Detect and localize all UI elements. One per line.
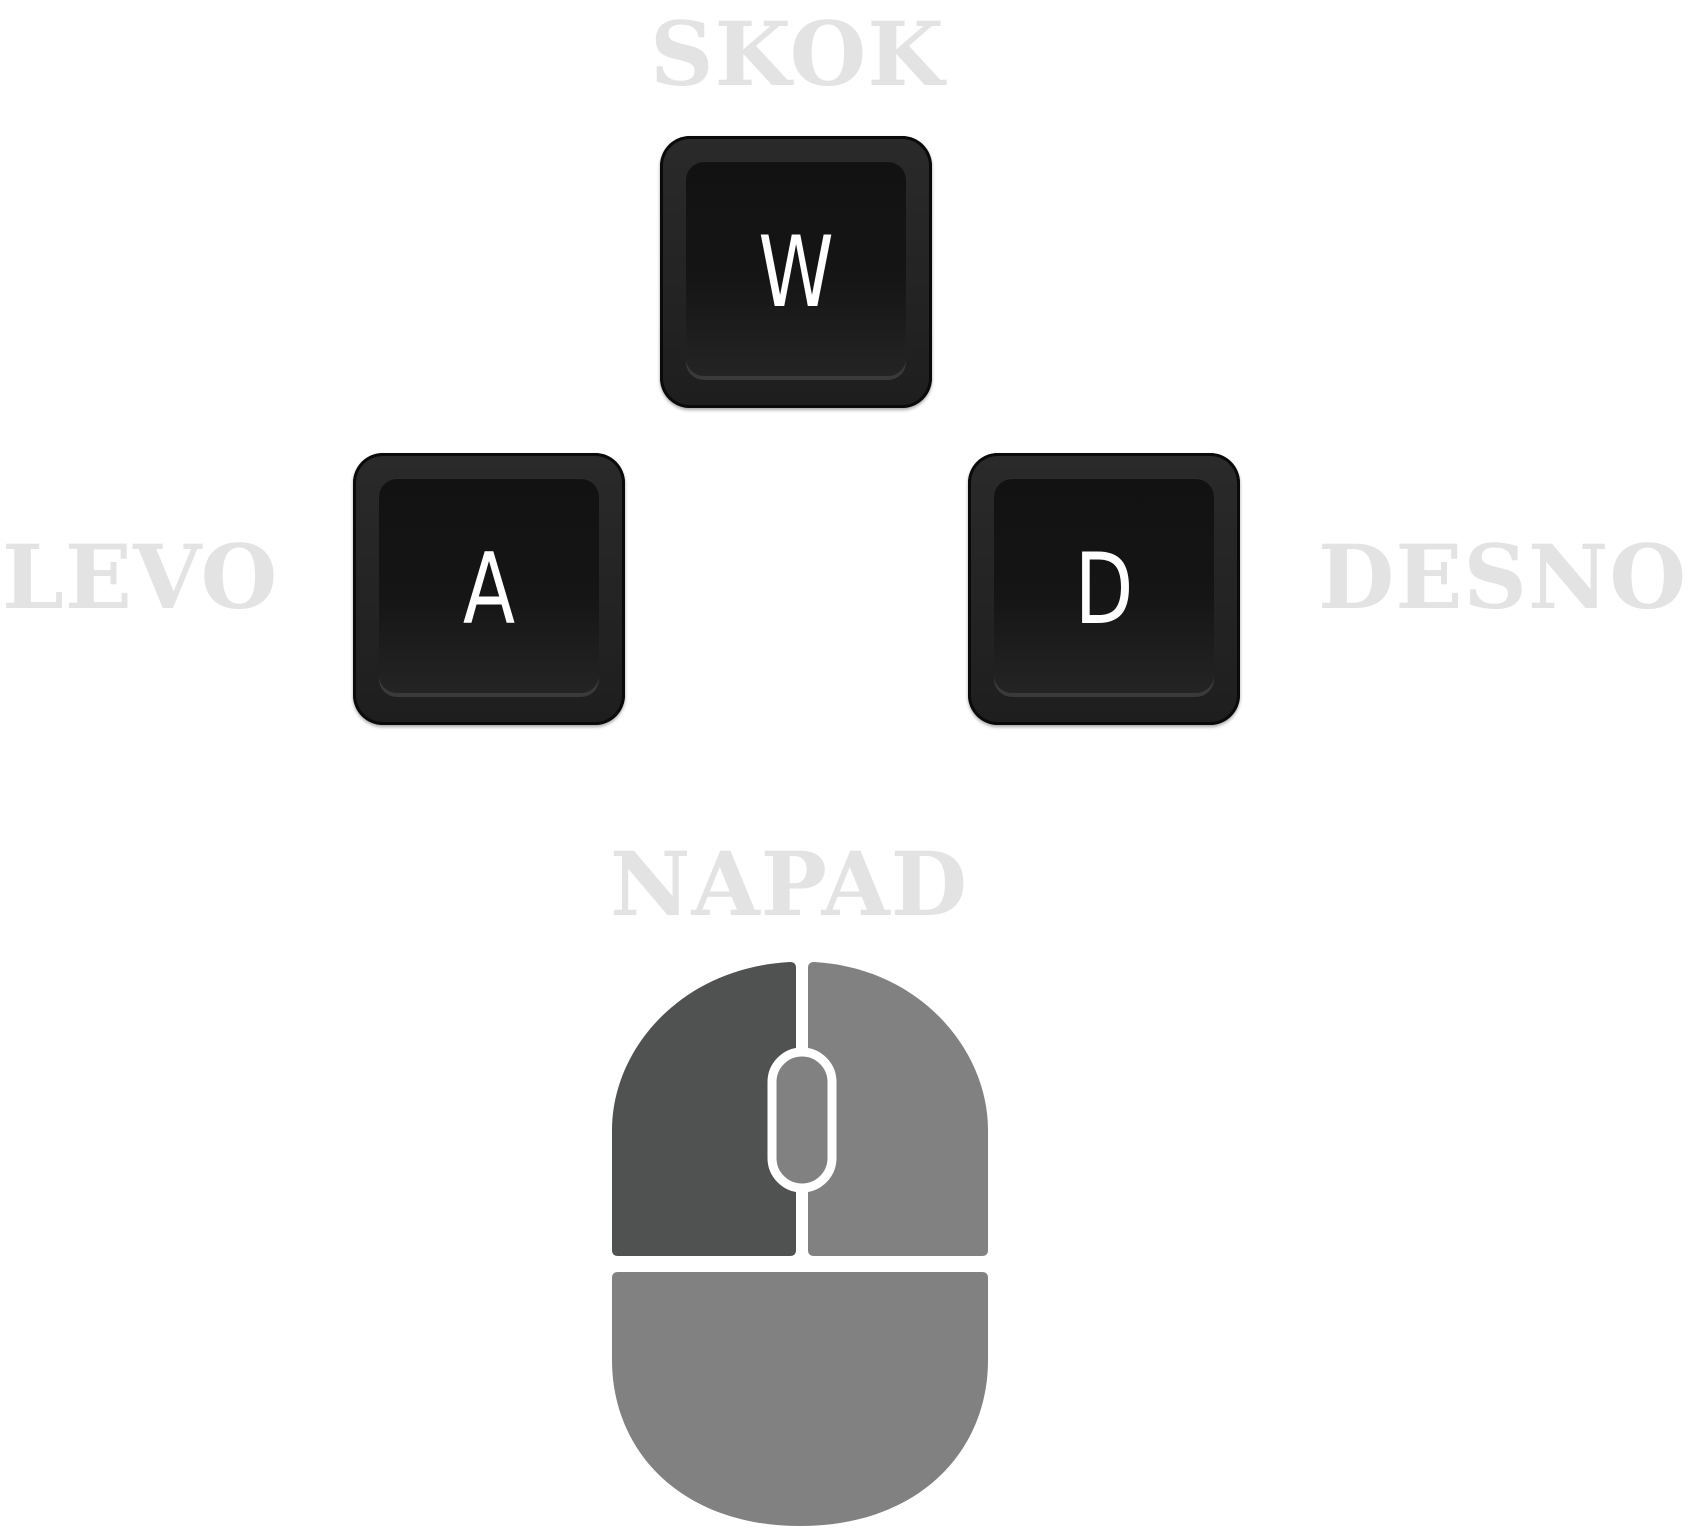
a-key-glyph: A <box>462 533 516 647</box>
jump-label: SKOK <box>650 2 945 106</box>
w-key: W <box>660 136 932 408</box>
mouse-scroll-wheel <box>767 1047 837 1193</box>
mouse-icon <box>612 962 988 1526</box>
right-label: DESNO <box>1318 525 1688 629</box>
w-key-glyph: W <box>758 216 834 330</box>
a-key: A <box>353 453 625 725</box>
left-label: LEVO <box>2 525 279 629</box>
mouse-body <box>612 1272 988 1526</box>
d-key-glyph: D <box>1074 533 1134 647</box>
attack-label: NAPAD <box>610 832 969 936</box>
d-key: D <box>968 453 1240 725</box>
